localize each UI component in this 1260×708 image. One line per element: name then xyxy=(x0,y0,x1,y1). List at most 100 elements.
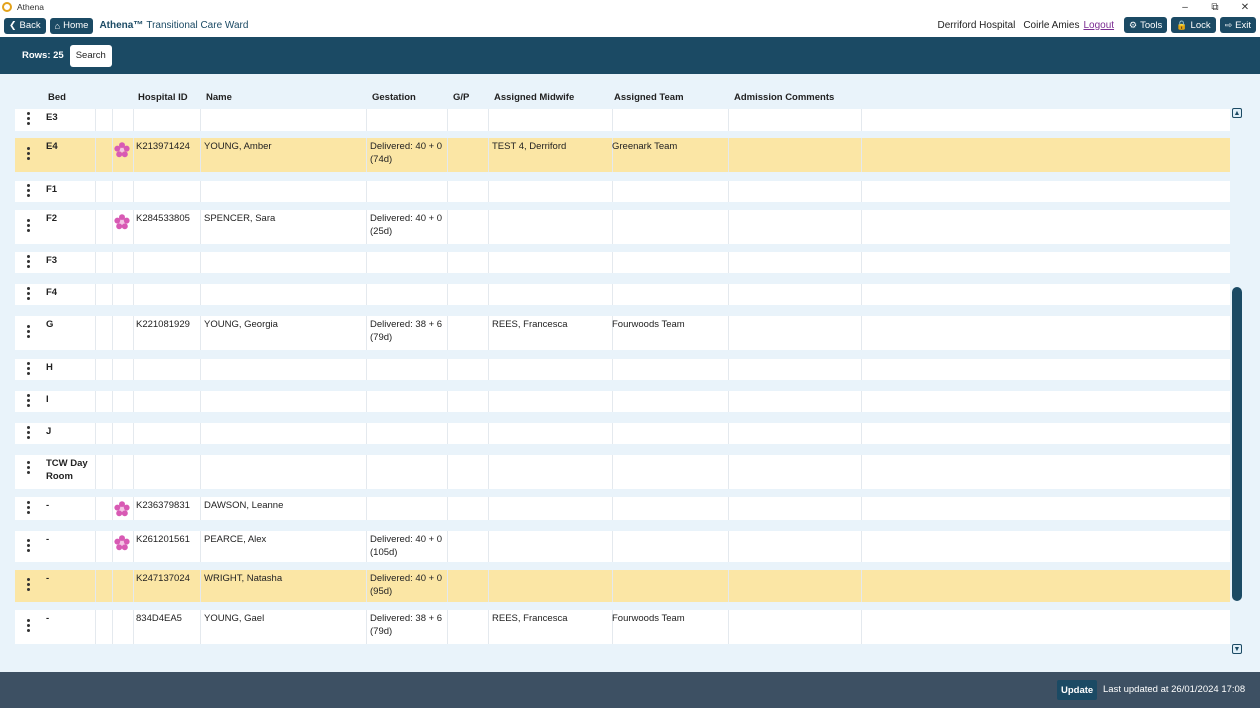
table-row[interactable]: G K221081929 YOUNG, Georgia REES, Francesca… xyxy=(15,316,1230,350)
logout-link[interactable]: Logout xyxy=(1083,20,1114,31)
table-row[interactable]: F2 K284533805 SPENCER, Sara Delivered: 40 +… xyxy=(15,210,1230,244)
column-header-comments[interactable]: Admission Comments xyxy=(734,92,834,104)
column-divider xyxy=(728,531,729,562)
midwife-cell: REES, Francesca xyxy=(492,319,568,330)
table-row[interactable]: H xyxy=(15,359,1230,380)
column-header-hospital-id[interactable]: Hospital ID xyxy=(138,92,188,104)
patient-name-cell: SPENCER, Sara xyxy=(204,213,276,224)
column-divider xyxy=(861,316,862,350)
column-divider xyxy=(366,531,367,562)
column-divider xyxy=(366,570,367,602)
table-row[interactable]: TCW Day Room xyxy=(15,455,1230,489)
lock-button[interactable]: 🔒 Lock xyxy=(1171,17,1216,33)
row-menu-icon[interactable] xyxy=(26,578,30,593)
row-menu-icon[interactable] xyxy=(26,219,30,234)
column-divider xyxy=(488,284,489,305)
table-row[interactable]: F1 xyxy=(15,181,1230,202)
column-divider xyxy=(366,138,367,172)
home-button[interactable]: ⌂ Home xyxy=(49,17,94,34)
table-row[interactable]: - 834D4EA5 YOUNG, Gael REES, Francesca Fourw… xyxy=(15,610,1230,644)
row-menu-icon[interactable] xyxy=(26,394,30,409)
hospital-id-cell: K221081929 xyxy=(136,319,190,330)
gestation-line: Delivered: 40 + 0 xyxy=(370,534,443,545)
footer-bar: Update Last updated at 26/01/2024 17:08 xyxy=(0,672,1260,708)
gestation-days: (79d) xyxy=(370,332,393,343)
patient-name-cell: WRIGHT, Natasha xyxy=(204,573,283,584)
tools-button[interactable]: ⚙ Tools xyxy=(1124,17,1168,33)
row-menu-icon[interactable] xyxy=(26,112,30,127)
minimize-icon[interactable]: – xyxy=(1170,0,1200,14)
column-divider xyxy=(728,138,729,172)
scroll-up-icon[interactable]: ▲ xyxy=(1232,108,1242,118)
user-name: Coirle Amies xyxy=(1023,19,1080,31)
bed-cell: H xyxy=(46,359,96,380)
column-header-team[interactable]: Assigned Team xyxy=(614,92,684,104)
column-divider xyxy=(728,181,729,202)
column-divider xyxy=(366,181,367,202)
table-row[interactable]: E4 K213971424 YOUNG, Amber TEST 4, Derrifor… xyxy=(15,138,1230,172)
column-header-name[interactable]: Name xyxy=(206,92,232,104)
row-menu-icon[interactable] xyxy=(26,619,30,634)
column-header-bed[interactable]: Bed xyxy=(48,92,66,104)
nav-right-group: Derriford Hospital Coirle Amies Logout ⚙… xyxy=(938,17,1256,33)
column-header-midwife[interactable]: Assigned Midwife xyxy=(494,92,574,104)
row-menu-icon[interactable] xyxy=(26,287,30,302)
back-label: Back xyxy=(19,20,41,31)
row-menu-icon[interactable] xyxy=(26,147,30,162)
column-divider xyxy=(112,610,113,644)
athena-logo-icon xyxy=(2,2,12,12)
gestation-days: (105d) xyxy=(370,547,398,558)
gestation-days: (25d) xyxy=(370,226,393,237)
row-menu-icon[interactable] xyxy=(26,426,30,441)
table-row[interactable]: - K247137024 WRIGHT, Natasha Delivered: 40 … xyxy=(15,570,1230,602)
exit-icon: ⇨ xyxy=(1224,19,1233,30)
back-button[interactable]: ❮ Back xyxy=(4,17,46,34)
row-menu-icon[interactable] xyxy=(26,501,30,516)
search-button[interactable]: Search xyxy=(69,44,112,67)
row-menu-icon[interactable] xyxy=(26,255,30,270)
column-header-gp[interactable]: G/P xyxy=(453,92,469,104)
column-divider xyxy=(447,316,448,350)
restore-icon[interactable]: ⧉ xyxy=(1200,0,1230,14)
bed-label: - xyxy=(46,613,50,624)
update-button[interactable]: Update xyxy=(1057,680,1098,700)
gestation-line: Delivered: 40 + 0 xyxy=(370,141,443,152)
table-row[interactable]: I xyxy=(15,391,1230,412)
column-divider xyxy=(366,252,367,273)
column-header-gestation[interactable]: Gestation xyxy=(372,92,416,104)
column-divider xyxy=(112,455,113,489)
column-divider xyxy=(861,181,862,202)
table-row[interactable]: J xyxy=(15,423,1230,444)
row-menu-icon[interactable] xyxy=(26,461,30,476)
column-divider xyxy=(366,423,367,444)
row-menu-icon[interactable] xyxy=(26,362,30,377)
column-divider xyxy=(447,455,448,489)
bed-label: - xyxy=(46,573,50,584)
column-divider xyxy=(366,455,367,489)
table-row[interactable]: E3 xyxy=(15,109,1230,131)
bed-label: F4 xyxy=(46,287,58,298)
bed-label: F1 xyxy=(46,184,58,195)
bed-cell: F3 xyxy=(46,252,96,273)
gestation-cell: Delivered: 40 + 0 (74d) xyxy=(370,138,442,172)
column-divider xyxy=(133,570,134,602)
hospital-id-cell: K236379831 xyxy=(136,500,190,511)
table-row[interactable]: F3 xyxy=(15,252,1230,273)
window-titlebar: Athena – ⧉ ✕ xyxy=(0,0,1260,14)
row-menu-icon[interactable] xyxy=(26,539,30,554)
column-divider xyxy=(133,284,134,305)
team-cell: Fourwoods Team xyxy=(612,613,685,624)
tools-label: Tools xyxy=(1140,19,1163,31)
column-divider xyxy=(366,497,367,520)
exit-button[interactable]: ⇨ Exit xyxy=(1219,17,1256,33)
row-menu-icon[interactable] xyxy=(26,184,30,199)
table-row[interactable]: - K236379831 DAWSON, Leanne xyxy=(15,497,1230,520)
patient-name-cell: YOUNG, Georgia xyxy=(204,319,278,330)
bed-cell: F1 xyxy=(46,181,96,202)
table-row[interactable]: F4 xyxy=(15,284,1230,305)
scrollbar-thumb[interactable] xyxy=(1232,287,1242,601)
row-menu-icon[interactable] xyxy=(26,325,30,340)
table-row[interactable]: - K261201561 PEARCE, Alex Delivered: 40 + 0… xyxy=(15,531,1230,562)
scroll-down-icon[interactable]: ▼ xyxy=(1232,644,1242,654)
close-icon[interactable]: ✕ xyxy=(1230,0,1260,14)
